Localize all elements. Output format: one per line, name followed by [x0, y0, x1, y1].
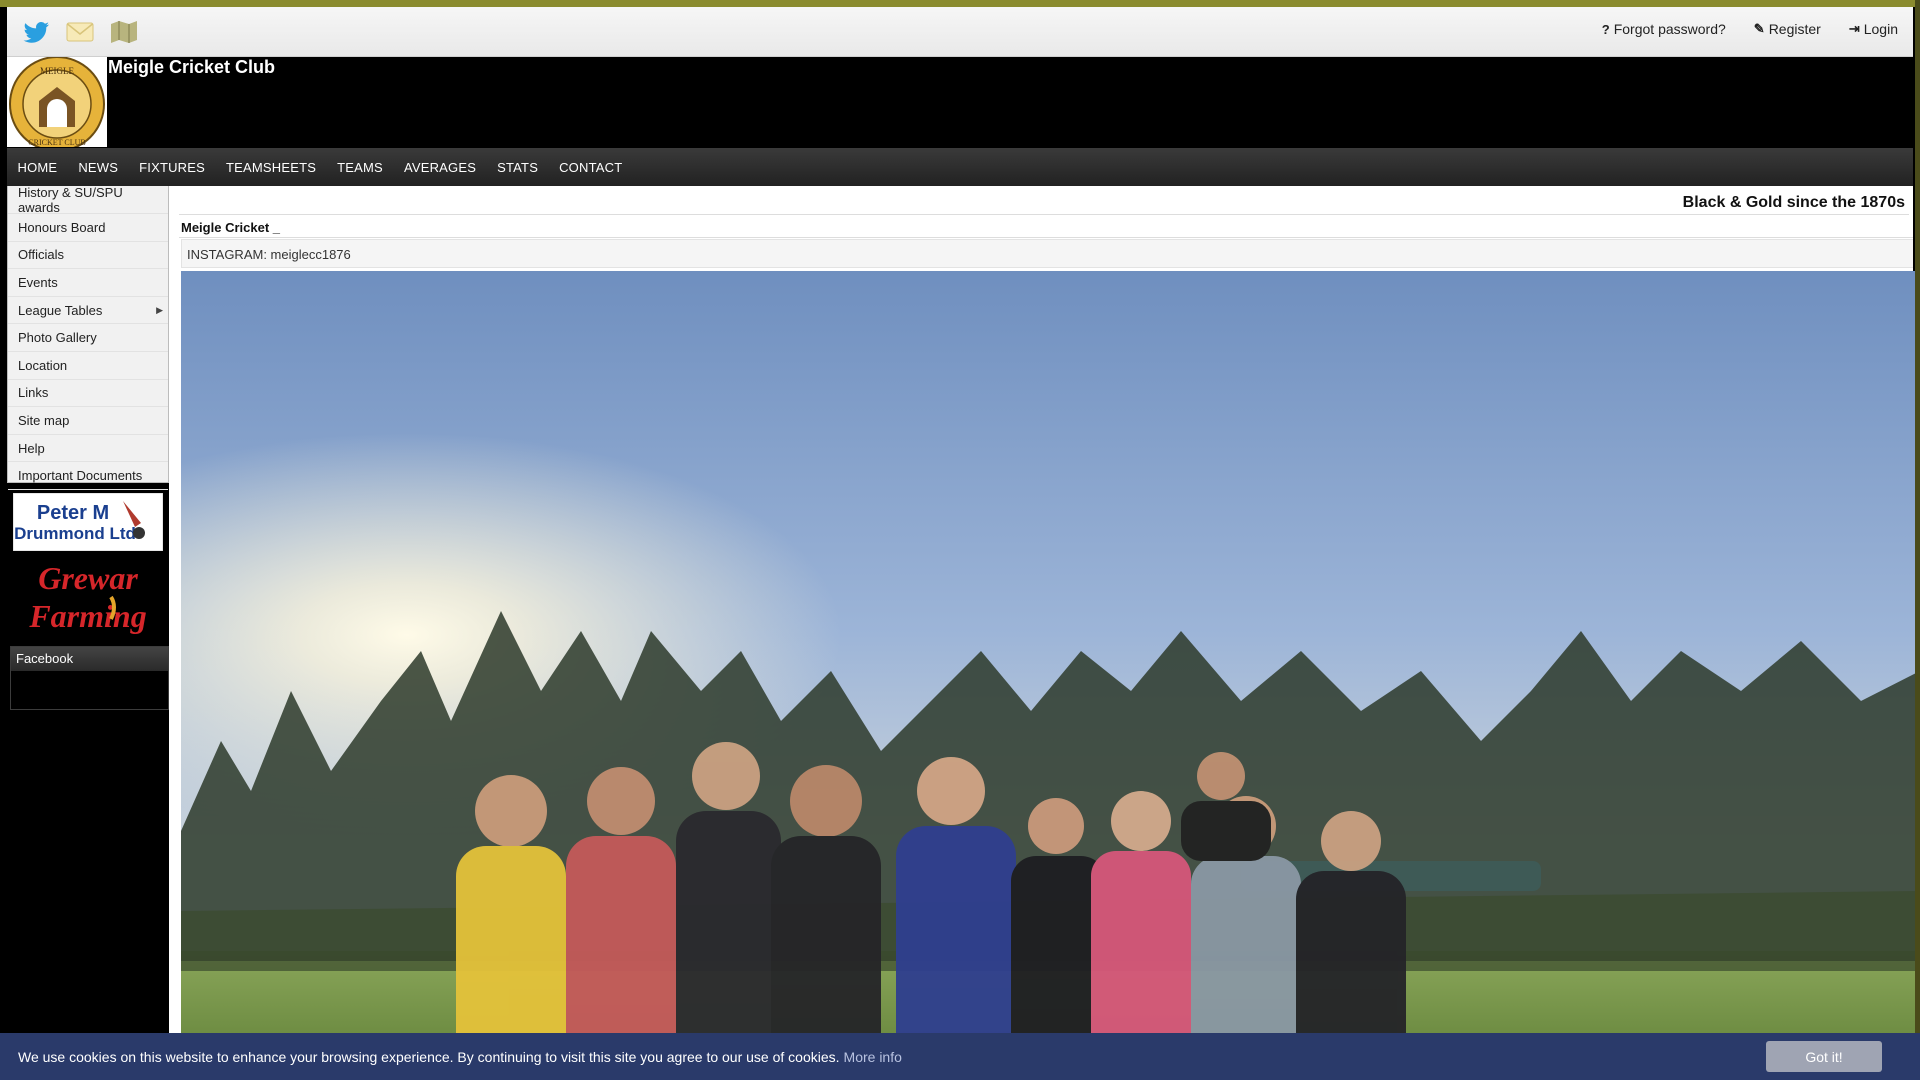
forgot-password-label: Forgot password? — [1613, 21, 1726, 37]
sidebar-item-help[interactable]: Help — [8, 435, 168, 463]
top-bar: ? Forgot password? ✎ Register ⇥ Login — [7, 7, 1913, 57]
cookie-more-info-link[interactable]: More info — [844, 1049, 902, 1065]
map-icon[interactable] — [109, 17, 139, 47]
sidebar-item-label: Events — [18, 274, 58, 290]
social-icons — [21, 17, 139, 47]
sidebar-item-history[interactable]: History & SU/SPU awards — [8, 184, 168, 215]
sidebar-item-label: Honours Board — [18, 219, 106, 235]
forgot-password-link[interactable]: ? Forgot password? — [1602, 21, 1726, 37]
divider — [179, 237, 1913, 238]
nav-contact[interactable]: CONTACT — [549, 160, 633, 175]
team-photo[interactable] — [181, 271, 1920, 1080]
tagline: Black & Gold since the 1870s — [1682, 194, 1905, 211]
sidebar-item-label: Officials — [18, 247, 64, 263]
submenu-arrow-icon: ▶ — [156, 304, 163, 315]
register-label: Register — [1768, 21, 1821, 37]
sponsor-grewar-farming[interactable]: Grewar Farming — [13, 555, 163, 635]
sidebar-item-label: Help — [18, 440, 45, 456]
mail-icon[interactable] — [65, 17, 95, 47]
sponsor1-line2: Drummond Ltd — [14, 524, 136, 543]
nav-fixtures[interactable]: FIXTURES — [129, 160, 216, 175]
facebook-widget: Facebook — [10, 646, 169, 710]
sidebar-item-label: Important Documents — [18, 468, 143, 484]
main-content: Black & Gold since the 1870s Meigle Cric… — [169, 186, 1920, 1080]
cookie-banner: We use cookies on this website to enhanc… — [0, 1033, 1920, 1080]
site-title[interactable]: Meigle Cricket Club — [108, 57, 275, 78]
nav-teamsheets[interactable]: TEAMSHEETS — [216, 160, 327, 175]
page: ? Forgot password? ✎ Register ⇥ Login MEIGL… — [0, 0, 1920, 1080]
sponsor2-line1: Grewar — [38, 560, 138, 596]
sidebar-menu: History & SU/SPU awards Honours Board Of… — [7, 184, 169, 490]
pencil-icon: ✎ — [1753, 21, 1765, 36]
sidebar-item-label: Location — [18, 357, 68, 373]
sidebar-item-label: League Tables — [18, 302, 103, 318]
top-band — [0, 0, 1920, 7]
sponsor-peter-drummond[interactable]: Peter M Drummond Ltd — [12, 492, 164, 552]
login-label: Login — [1863, 21, 1898, 37]
right-band — [1915, 0, 1920, 1080]
nav-news[interactable]: NEWS — [68, 160, 129, 175]
club-logo[interactable]: MEIGLE CRICKET CLUB — [7, 57, 107, 147]
nav-teams[interactable]: TEAMS — [327, 160, 394, 175]
sidebar-item-honours-board[interactable]: Honours Board — [8, 214, 168, 242]
sidebar-item-important-documents[interactable]: Important Documents — [8, 462, 168, 490]
sidebar-item-links[interactable]: Links — [8, 380, 168, 408]
account-links: ? Forgot password? ✎ Register ⇥ Login — [1602, 21, 1898, 37]
cookie-message: We use cookies on this website to enhanc… — [18, 1048, 840, 1065]
sponsor1-line1: Peter M — [37, 502, 109, 524]
sidebar-item-label: Site map — [18, 412, 70, 428]
sidebar-item-league-tables[interactable]: League Tables ▶ — [8, 297, 168, 325]
nav-stats[interactable]: STATS — [487, 160, 549, 175]
divider — [179, 214, 1909, 215]
nav-home[interactable]: HOME — [7, 160, 68, 175]
sidebar-item-officials[interactable]: Officials — [8, 242, 168, 270]
login-link[interactable]: ⇥ Login — [1849, 21, 1898, 37]
facebook-header[interactable]: Facebook — [11, 647, 168, 671]
sidebar-item-label: Photo Gallery — [18, 330, 97, 346]
logo-text-bottom: CRICKET CLUB — [28, 138, 85, 147]
logo-text-top: MEIGLE — [40, 66, 74, 76]
nav-averages[interactable]: AVERAGES — [393, 160, 486, 175]
main-nav: HOME NEWS FIXTURES TEAMSHEETS TEAMS AVER… — [7, 148, 1913, 186]
sidebar-item-events[interactable]: Events — [8, 269, 168, 297]
site-header: MEIGLE CRICKET CLUB Meigle Cricket Club — [7, 57, 1913, 147]
cookie-accept-button[interactable]: Got it! — [1766, 1041, 1882, 1072]
sidebar-item-label: History & SU/SPU awards — [18, 184, 123, 215]
sidebar-item-photo-gallery[interactable]: Photo Gallery — [8, 324, 168, 352]
sponsor2-line2: Farming — [28, 598, 146, 634]
post-title[interactable]: Meigle Cricket _ — [181, 220, 280, 235]
sign-in-icon: ⇥ — [1848, 21, 1860, 36]
twitter-icon[interactable] — [21, 17, 51, 47]
register-link[interactable]: ✎ Register — [1754, 21, 1821, 37]
sidebar-item-site-map[interactable]: Site map — [8, 407, 168, 435]
sidebar-item-location[interactable]: Location — [8, 352, 168, 380]
question-icon: ? — [1601, 21, 1610, 37]
instagram-bar[interactable]: INSTAGRAM: meiglecc1876 — [181, 239, 1913, 268]
sidebar-item-label: Links — [18, 385, 49, 401]
